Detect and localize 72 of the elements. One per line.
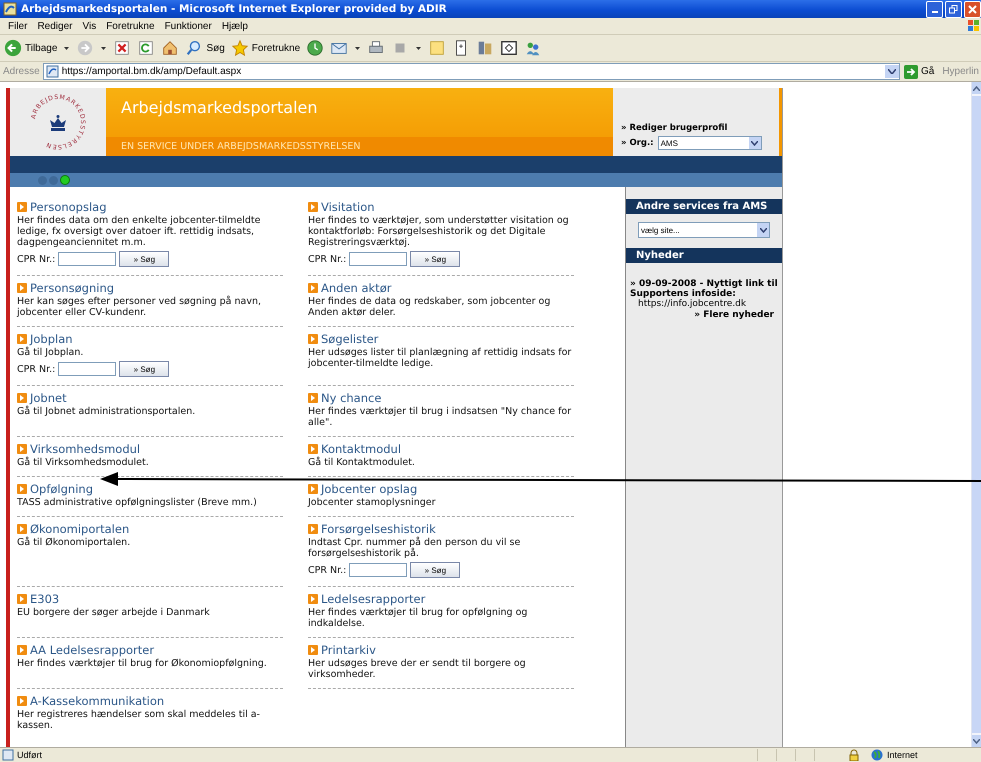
window-title: Arbejdsmarkedsportalen - Microsoft Internet Explorer provided by ADIR: [21, 3, 448, 15]
section-link[interactable]: Personopslag: [30, 200, 107, 214]
section-description: Her findes værktøjer til brug for Økonomiopfølgning.: [17, 658, 268, 669]
section-link[interactable]: AA Ledelsesrapporter: [30, 643, 154, 657]
section-description: Gå til Økonomiportalen.: [17, 537, 132, 548]
section-description: Her findes data om den enkelte jobcenter-tilmeldte ledige, fx oversigt over datoer ift. rettidig indsats, dagpengeanciennitet m.m.: [17, 215, 262, 248]
zone-indicator: Internet: [867, 749, 981, 761]
search-button[interactable]: » Søg: [119, 361, 170, 377]
section-link[interactable]: Jobnet: [30, 391, 67, 405]
section-link[interactable]: Ny chance: [321, 391, 382, 405]
section-description: Her registreres hændelser som skal meddeles til a-kassen.: [17, 709, 261, 731]
menu-item[interactable]: Hjælp: [218, 20, 252, 32]
menu-item[interactable]: Rediger: [33, 20, 76, 32]
section-description: Gå til Jobplan.: [17, 347, 84, 358]
section-description: Gå til Jobnet administrationsportalen.: [17, 406, 196, 417]
section-description: Her udsøges lister til planlægning af rettidig indsats for jobcenter-tilmeldte ledige.: [308, 347, 572, 369]
menu-item[interactable]: Filer: [4, 20, 32, 32]
section-link[interactable]: Økonomiportalen: [30, 522, 130, 536]
cpr-label: CPR Nr.:: [308, 254, 346, 264]
status-text: Udført: [0, 749, 757, 761]
section-link[interactable]: A-Kassekommunikation: [30, 694, 164, 708]
section-description: Gå til Kontaktmodulet.: [308, 457, 416, 468]
section-link[interactable]: Opfølgning: [30, 482, 94, 496]
section-link[interactable]: Kontaktmodul: [321, 442, 402, 456]
section-description: EU borgere der søger arbejde i Danmark: [17, 607, 211, 618]
section-link[interactable]: Søgelister: [321, 332, 378, 346]
section-link[interactable]: E303: [30, 592, 60, 606]
news-item: » 09-09-2008 - Nyttigt link til Supportens infoside:: [629, 279, 779, 299]
search-button[interactable]: » Søg: [410, 562, 460, 578]
favorites-button[interactable]: Foretrukne: [228, 39, 302, 57]
section-description: Gå til Virksomhedsmodulet.: [17, 457, 150, 468]
section-link[interactable]: Jobcenter opslag: [321, 482, 418, 496]
menu-item[interactable]: Foretrukne: [102, 20, 159, 32]
section-description: Indtast Cpr. nummer på den person du vil se forsørgelseshistorik på.: [308, 537, 522, 559]
section-description: Her kan søges efter personer ved søgning på navn, jobcenter eller CV-kundenr.: [17, 296, 262, 318]
section-description: Her findes værktøjer til brug for opfølgning og indkaldelse.: [308, 607, 528, 629]
section-link[interactable]: Visitation: [321, 200, 375, 214]
more-news-link[interactable]: » Flere nyheder: [694, 310, 782, 320]
site-select[interactable]: vælg site...: [638, 222, 770, 238]
section-link[interactable]: Anden aktør: [321, 281, 392, 295]
org-label: » Org.:: [621, 138, 654, 148]
address-label: Adresse: [2, 66, 41, 77]
section-description: Her findes to værktøjer, som understøtter visitation og kontaktforløb: Forsørgelseshistorik og det Digitale Registreringsværktøj.: [308, 215, 570, 248]
menu-item[interactable]: Vis: [78, 20, 100, 32]
portal-title: Arbejdsmarkedsportalen: [120, 97, 318, 117]
section-description: Jobcenter stamoplysninger: [308, 497, 436, 508]
portal-subtitle: EN SERVICE UNDER ARBEJDSMARKEDSSTYRELSEN: [106, 137, 613, 156]
search-button[interactable]: » Søg: [119, 251, 170, 267]
address-field[interactable]: https://amportal.bm.dk/amp/Default.aspx: [42, 63, 900, 80]
section-link[interactable]: Forsørgelseshistorik: [321, 522, 436, 536]
section-description: Her udsøges breve der er sendt til borgere og virksomheder.: [308, 658, 527, 680]
section-link[interactable]: Printarkiv: [321, 643, 376, 657]
section-description: Her findes de data og redskaber, som jobcenter og Anden aktør deler.: [308, 296, 552, 318]
services-heading: Andre services fra AMS: [626, 199, 782, 214]
edit-profile-link[interactable]: » Rediger brugerprofil: [621, 123, 779, 133]
news-link[interactable]: https://info.jobcentre.dk: [626, 299, 782, 309]
search-button[interactable]: Søg: [183, 39, 227, 57]
news-heading: Nyheder: [626, 248, 782, 263]
section-link[interactable]: Personsøgning: [30, 281, 114, 295]
cpr-label: CPR Nr.:: [308, 564, 346, 576]
section-description: Her findes værktøjer til brug i indsatsen "Ny chance for alle".: [308, 406, 572, 428]
go-button[interactable]: Gå: [900, 64, 942, 78]
back-button[interactable]: Tilbage: [2, 39, 60, 57]
section-link[interactable]: Jobplan: [30, 332, 73, 346]
cpr-label: CPR Nr.:: [17, 254, 56, 264]
menu-item[interactable]: Funktioner: [160, 20, 216, 32]
org-select[interactable]: AMS: [658, 136, 762, 150]
section-description: TASS administrative opfølgningslister (Breve mm.): [17, 497, 258, 508]
section-link[interactable]: Ledelsesrapporter: [321, 592, 426, 606]
search-button[interactable]: » Søg: [410, 251, 460, 267]
cpr-label: CPR Nr.:: [17, 364, 56, 374]
section-link[interactable]: Virksomhedsmodul: [30, 442, 140, 456]
